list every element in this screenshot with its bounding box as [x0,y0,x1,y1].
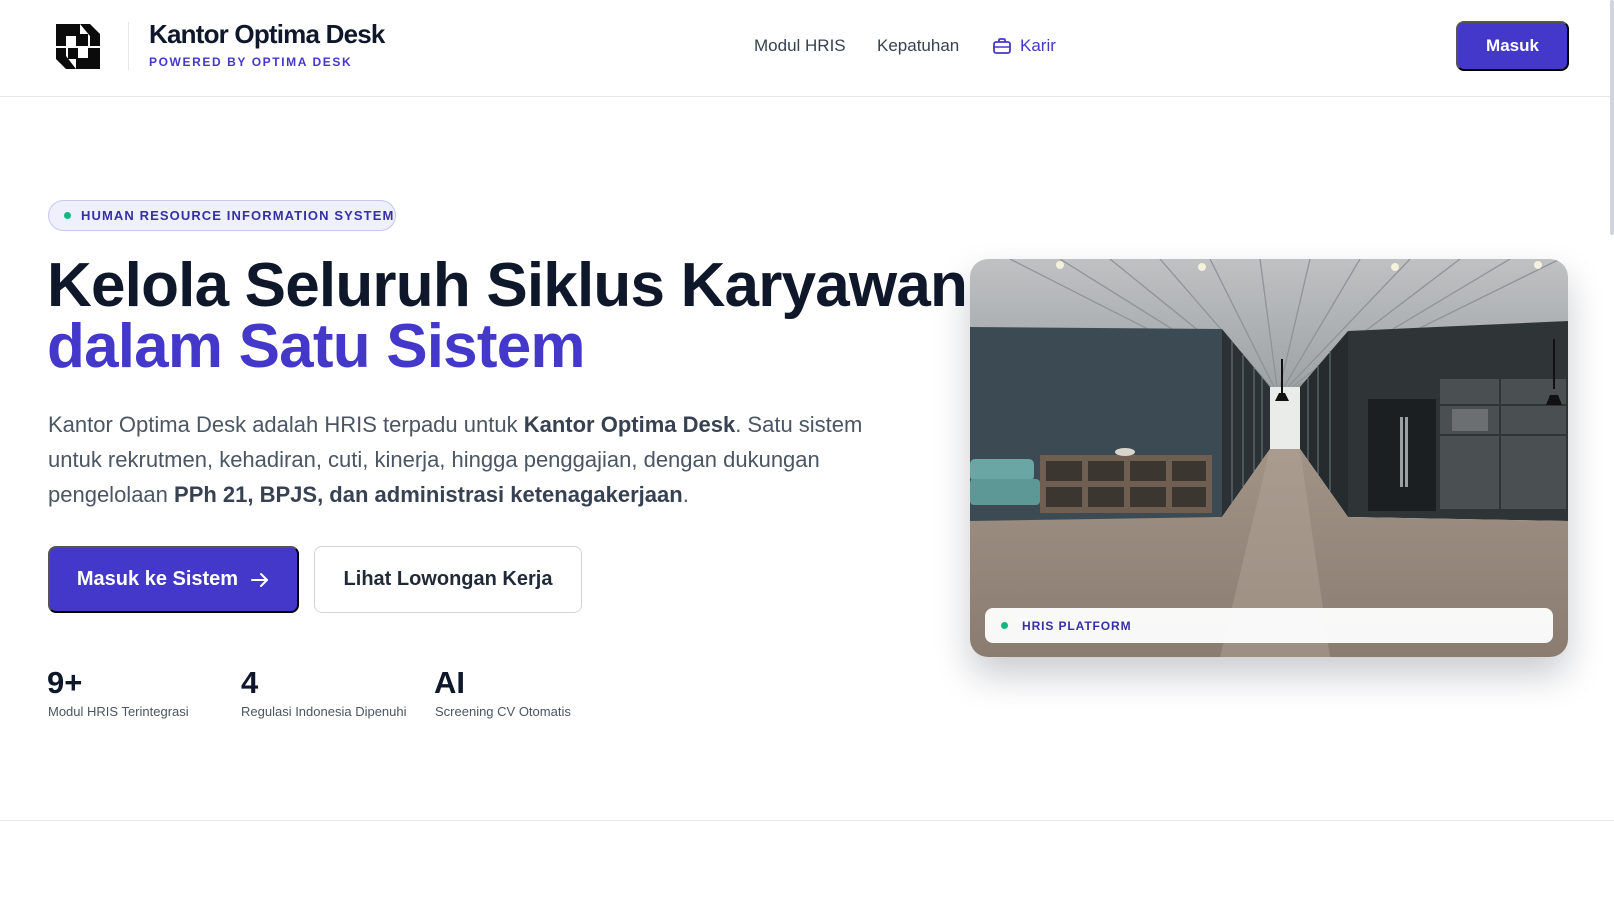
section-divider [0,820,1614,821]
stat-label-regulations: Regulasi Indonesia Dipenuhi [241,704,407,719]
stat-value-modules: 9+ [47,665,83,700]
nav-link-kepatuhan[interactable]: Kepatuhan [877,36,959,56]
login-button[interactable]: Masuk [1456,21,1569,71]
stat-value-ai: AI [434,665,465,700]
hero-category-badge: HUMAN RESOURCE INFORMATION SYSTEM [48,200,396,231]
enter-system-label: Masuk ke Sistem [76,568,239,590]
page-scrollbar[interactable] [1610,0,1614,905]
arrow-right-icon [251,572,269,587]
hero-image-card: HRIS PLATFORM [970,259,1568,657]
hero-title-line-1: Kelola Seluruh Siklus Karyawan [47,251,968,320]
desc-text-3: . [682,482,689,507]
image-caption-bar: HRIS PLATFORM [985,608,1553,643]
hero-category-label: HUMAN RESOURCE INFORMATION SYSTEM [81,208,395,223]
image-caption-label: HRIS PLATFORM [1022,618,1132,633]
hero-description: Kantor Optima Desk adalah HRIS terpadu u… [48,407,908,512]
top-navigation-bar: Kantor Optima Desk POWERED BY OPTIMA DES… [0,0,1614,97]
scrollbar-thumb[interactable] [1610,0,1614,235]
brand-divider [128,22,129,70]
view-jobs-button[interactable]: Lihat Lowongan Kerja [314,546,582,613]
brand-name[interactable]: Kantor Optima Desk [149,19,385,50]
desc-bold-brand: Kantor Optima Desk [523,412,736,437]
stat-label-modules: Modul HRIS Terintegrasi [48,704,189,719]
nav-link-karir[interactable]: Karir [993,36,1056,56]
status-dot-icon [64,212,71,219]
brand-subtitle: POWERED BY OPTIMA DESK [149,55,353,69]
stat-label-ai: Screening CV Otomatis [435,704,571,719]
optima-desk-logo-icon[interactable] [52,21,104,71]
hero-title-line-2: dalam Satu Sistem [47,312,586,381]
stat-value-regulations: 4 [241,665,259,700]
status-dot-icon [1001,622,1008,629]
nav-link-karir-label: Karir [1020,36,1056,55]
enter-system-button[interactable]: Masuk ke Sistem [48,546,299,613]
briefcase-icon [993,38,1011,54]
desc-text-1: Kantor Optima Desk adalah HRIS terpadu u… [48,412,524,437]
desc-bold-regulation: PPh 21, BPJS, dan administrasi ketenagak… [174,482,683,507]
office-hallway-image [970,259,1568,657]
nav-link-modul-hris[interactable]: Modul HRIS [754,36,846,56]
